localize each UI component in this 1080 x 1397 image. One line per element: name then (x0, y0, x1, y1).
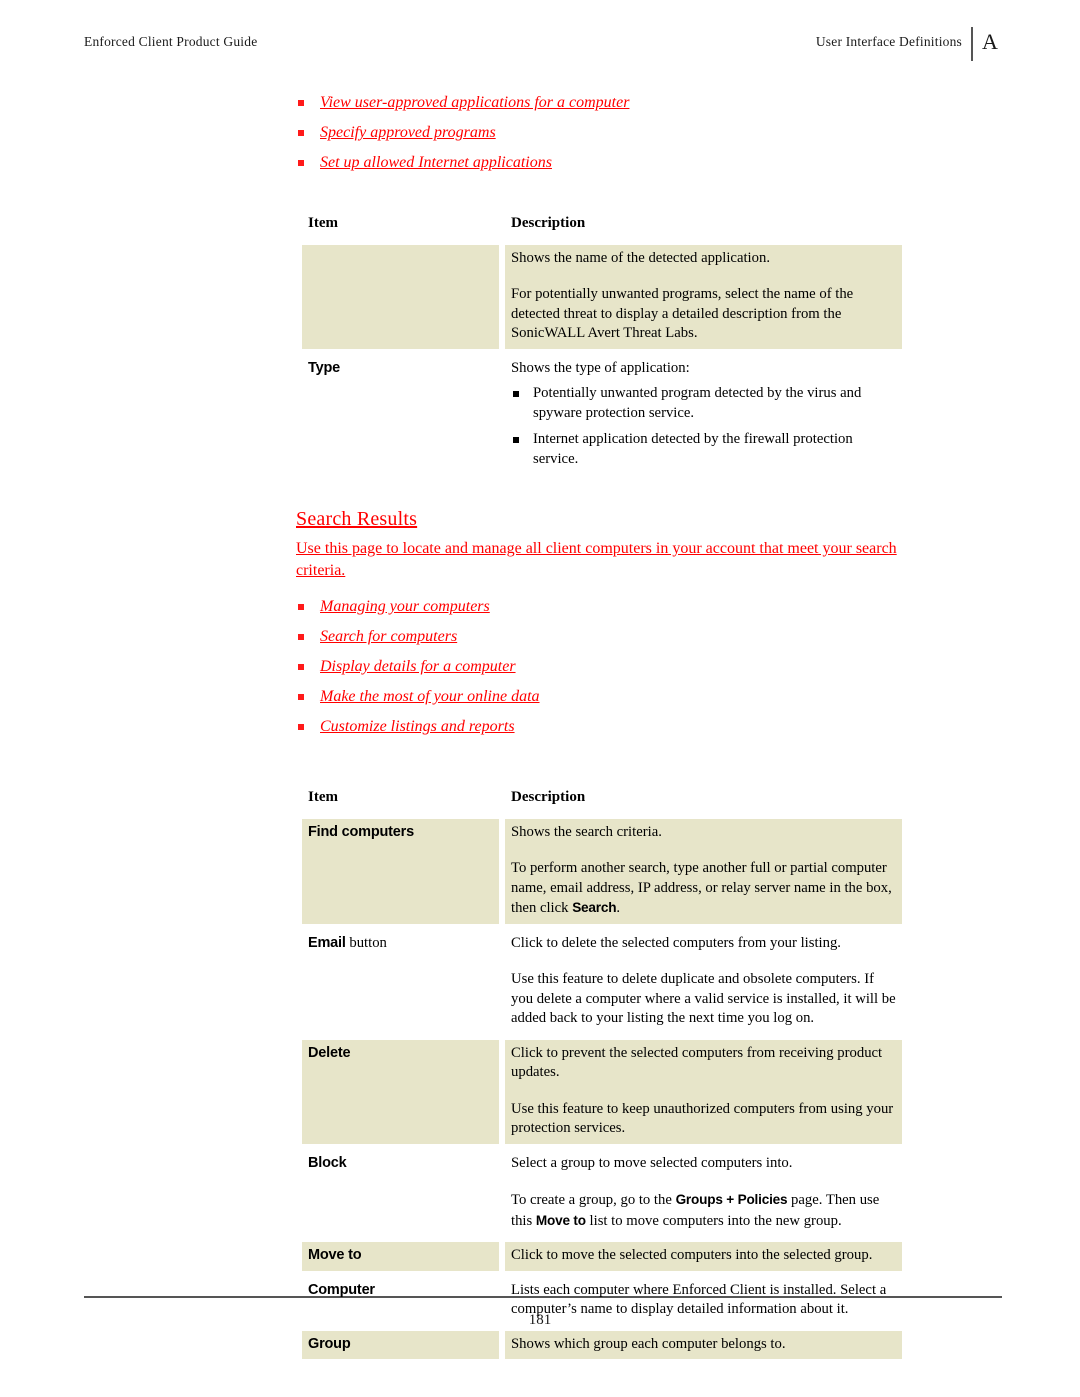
applications-definition-table: Item Description Shows the name of the d… (296, 204, 908, 481)
description-paragraph: Shows which group each computer belongs … (511, 1335, 786, 1352)
description-paragraph: To perform another search, type another … (511, 860, 892, 916)
bullet-square-icon (298, 100, 304, 106)
table-header-row: Item Description (299, 781, 905, 816)
crossref-link-customize-listings-and-reports[interactable]: Customize listings and reports (320, 718, 515, 735)
description-paragraph: Click to delete the selected computers f… (511, 934, 841, 951)
header-divider-rule (971, 27, 973, 61)
description-paragraph: Select a group to move selected computer… (511, 1154, 793, 1171)
list-item: Make the most of your online data (296, 688, 908, 705)
row-item-cell: Email button (299, 927, 502, 1037)
description-paragraph: Use this feature to keep unauthorized co… (511, 1100, 894, 1137)
table-row: Shows the name of the detected applicati… (299, 242, 905, 352)
list-item: Display details for a computer (296, 658, 908, 675)
row-item-cell: Move to (299, 1239, 502, 1274)
bullet-square-icon (298, 664, 304, 670)
row-item-cell: Find computers (299, 816, 502, 927)
page-header: Enforced Client Product Guide User Inter… (84, 27, 1002, 64)
row-description-cell: Shows the name of the detected applicati… (502, 242, 905, 352)
description-paragraph: Shows the search criteria. (511, 823, 662, 840)
list-item: Customize listings and reports (296, 718, 908, 735)
table-row: Email button Click to delete the selecte… (299, 927, 905, 1037)
description-paragraph: Shows the name of the detected applicati… (511, 249, 770, 266)
column-header-item: Item (299, 781, 502, 816)
bullet-text: Potentially unwanted program detected by… (533, 385, 862, 421)
crossref-link-search-for-computers[interactable]: Search for computers (320, 628, 457, 645)
ui-term: Search (572, 900, 617, 915)
list-item: Search for computers (296, 628, 908, 645)
row-description-cell: Click to move the selected computers int… (502, 1239, 905, 1274)
table-row: Move to Click to move the selected compu… (299, 1239, 905, 1274)
bullet-square-icon (298, 160, 304, 166)
section-intro-text[interactable]: Use this page to locate and manage all c… (296, 538, 908, 582)
crossref-link-specify-approved-programs[interactable]: Specify approved programs (320, 124, 496, 141)
description-paragraph: Use this feature to delete duplicate and… (511, 971, 896, 1026)
section-crossref-list: Managing your computers Search for compu… (296, 598, 908, 735)
row-description-cell: Shows the type of application: Potential… (502, 352, 905, 479)
list-item: Internet application detected by the fir… (511, 430, 896, 469)
row-item-cell: Type (299, 352, 502, 479)
bullet-square-icon (513, 391, 519, 397)
header-book-title: Enforced Client Product Guide (84, 34, 258, 49)
search-results-definition-table: Item Description Find computers Shows th… (296, 778, 908, 1365)
bullet-square-icon (298, 604, 304, 610)
description-paragraph: To create a group, go to the Groups + Po… (511, 1192, 880, 1229)
list-item: Managing your computers (296, 598, 908, 615)
description-paragraph: For potentially unwanted programs, selec… (511, 286, 854, 341)
row-description-cell: Lists each computer where Enforced Clien… (502, 1274, 905, 1328)
table-row: Group Shows which group each computer be… (299, 1328, 905, 1363)
bullet-square-icon (298, 724, 304, 730)
bullet-square-icon (298, 130, 304, 136)
bullet-square-icon (513, 437, 519, 443)
crossref-link-display-details-for-a-computer[interactable]: Display details for a computer (320, 658, 516, 675)
section-heading-wrap: Search Results (296, 508, 908, 538)
row-description-cell: Click to prevent the selected computers … (502, 1037, 905, 1147)
table-row: Block Select a group to move selected co… (299, 1147, 905, 1240)
column-header-description: Description (502, 781, 905, 816)
row-item-cell (299, 242, 502, 352)
description-paragraph: Lists each computer where Enforced Clien… (511, 1281, 887, 1318)
row-item-cell: Delete (299, 1037, 502, 1147)
column-header-description: Description (502, 207, 905, 242)
row-description-cell: Select a group to move selected computer… (502, 1147, 905, 1240)
page-title[interactable]: Search Results (296, 508, 417, 531)
row-description-cell: Shows the search criteria. To perform an… (502, 816, 905, 927)
crossref-link-view-user-approved-applications[interactable]: View user-approved applications for a co… (320, 94, 629, 111)
row-description-cell: Shows which group each computer belongs … (502, 1328, 905, 1363)
row-item-cell: Group (299, 1328, 502, 1363)
description-bullet-list: Potentially unwanted program detected by… (511, 384, 896, 469)
crossref-link-make-the-most-of-your-online-data[interactable]: Make the most of your online data (320, 688, 540, 705)
top-crossref-list: View user-approved applications for a co… (296, 94, 908, 171)
table-row: Find computers Shows the search criteria… (299, 816, 905, 927)
row-item-cell: Block (299, 1147, 502, 1240)
table-row: Type Shows the type of application: Pote… (299, 352, 905, 479)
description-paragraph: Click to prevent the selected computers … (511, 1044, 883, 1081)
bullet-square-icon (298, 634, 304, 640)
table-row: Delete Click to prevent the selected com… (299, 1037, 905, 1147)
list-item: Specify approved programs (296, 124, 908, 141)
description-paragraph: Click to move the selected computers int… (511, 1247, 873, 1263)
list-item: View user-approved applications for a co… (296, 94, 908, 111)
bullet-square-icon (298, 694, 304, 700)
column-header-item: Item (299, 207, 502, 242)
ui-term: Move to (535, 1212, 586, 1228)
crossref-link-managing-your-computers[interactable]: Managing your computers (320, 598, 490, 615)
description-paragraph: Shows the type of application: (511, 359, 690, 376)
list-item: Potentially unwanted program detected by… (511, 384, 896, 423)
page-content: View user-approved applications for a co… (296, 94, 908, 1365)
appendix-tab-letter: A (982, 29, 998, 54)
bullet-text: Internet application detected by the fir… (533, 431, 853, 467)
table-header-row: Item Description (299, 207, 905, 242)
list-item: Set up allowed Internet applications (296, 154, 908, 171)
row-description-cell: Click to delete the selected computers f… (502, 927, 905, 1037)
crossref-link-set-up-allowed-internet-applications[interactable]: Set up allowed Internet applications (320, 154, 552, 171)
ui-term: Groups + Policies (675, 1192, 788, 1207)
header-section-title: User Interface Definitions (815, 34, 962, 49)
